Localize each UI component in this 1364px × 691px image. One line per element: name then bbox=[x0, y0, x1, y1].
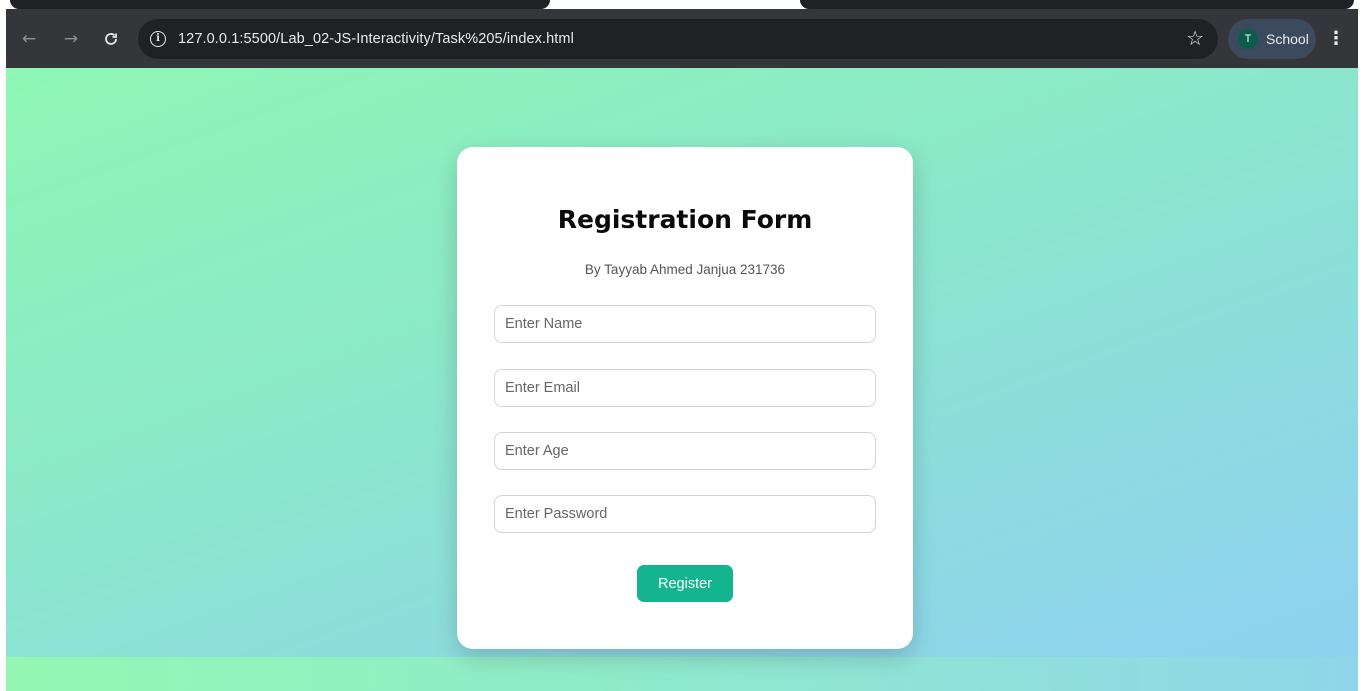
avatar: T bbox=[1238, 28, 1258, 49]
back-button[interactable]: ← bbox=[14, 24, 44, 54]
arrow-right-icon: → bbox=[63, 28, 79, 49]
reload-icon bbox=[105, 32, 117, 45]
page-bottom-band bbox=[6, 657, 1358, 691]
name-input[interactable] bbox=[494, 305, 876, 343]
register-button[interactable]: Register bbox=[637, 565, 733, 602]
age-input[interactable] bbox=[494, 432, 876, 470]
tab-strip-segment bbox=[800, 0, 1354, 9]
browser-tab-strip bbox=[0, 0, 1364, 9]
tab-strip-segment bbox=[10, 0, 550, 9]
forward-button[interactable]: → bbox=[56, 24, 86, 54]
profile-button[interactable]: T School bbox=[1228, 18, 1316, 59]
star-icon[interactable]: ☆ bbox=[1186, 27, 1204, 49]
info-icon[interactable]: i bbox=[150, 30, 166, 47]
email-input[interactable] bbox=[494, 369, 876, 407]
registration-card: Registration Form By Tayyab Ahmed Janjua… bbox=[457, 147, 913, 649]
browser-toolbar: ← → i 127.0.0.1:5500/Lab_02-JS-Interacti… bbox=[6, 9, 1358, 68]
form-subtitle: By Tayyab Ahmed Janjua 231736 bbox=[584, 262, 786, 277]
reload-button[interactable] bbox=[96, 24, 126, 54]
kebab-menu-icon[interactable]: ⋮ bbox=[1326, 24, 1346, 54]
profile-name: School bbox=[1266, 30, 1309, 47]
password-input[interactable] bbox=[494, 495, 876, 533]
arrow-left-icon: ← bbox=[21, 28, 37, 49]
address-bar[interactable]: i 127.0.0.1:5500/Lab_02-JS-Interactivity… bbox=[138, 18, 1218, 59]
page-viewport: Registration Form By Tayyab Ahmed Janjua… bbox=[6, 68, 1358, 691]
url-text[interactable]: 127.0.0.1:5500/Lab_02-JS-Interactivity/T… bbox=[178, 31, 574, 47]
form-title: Registration Form bbox=[557, 205, 813, 234]
